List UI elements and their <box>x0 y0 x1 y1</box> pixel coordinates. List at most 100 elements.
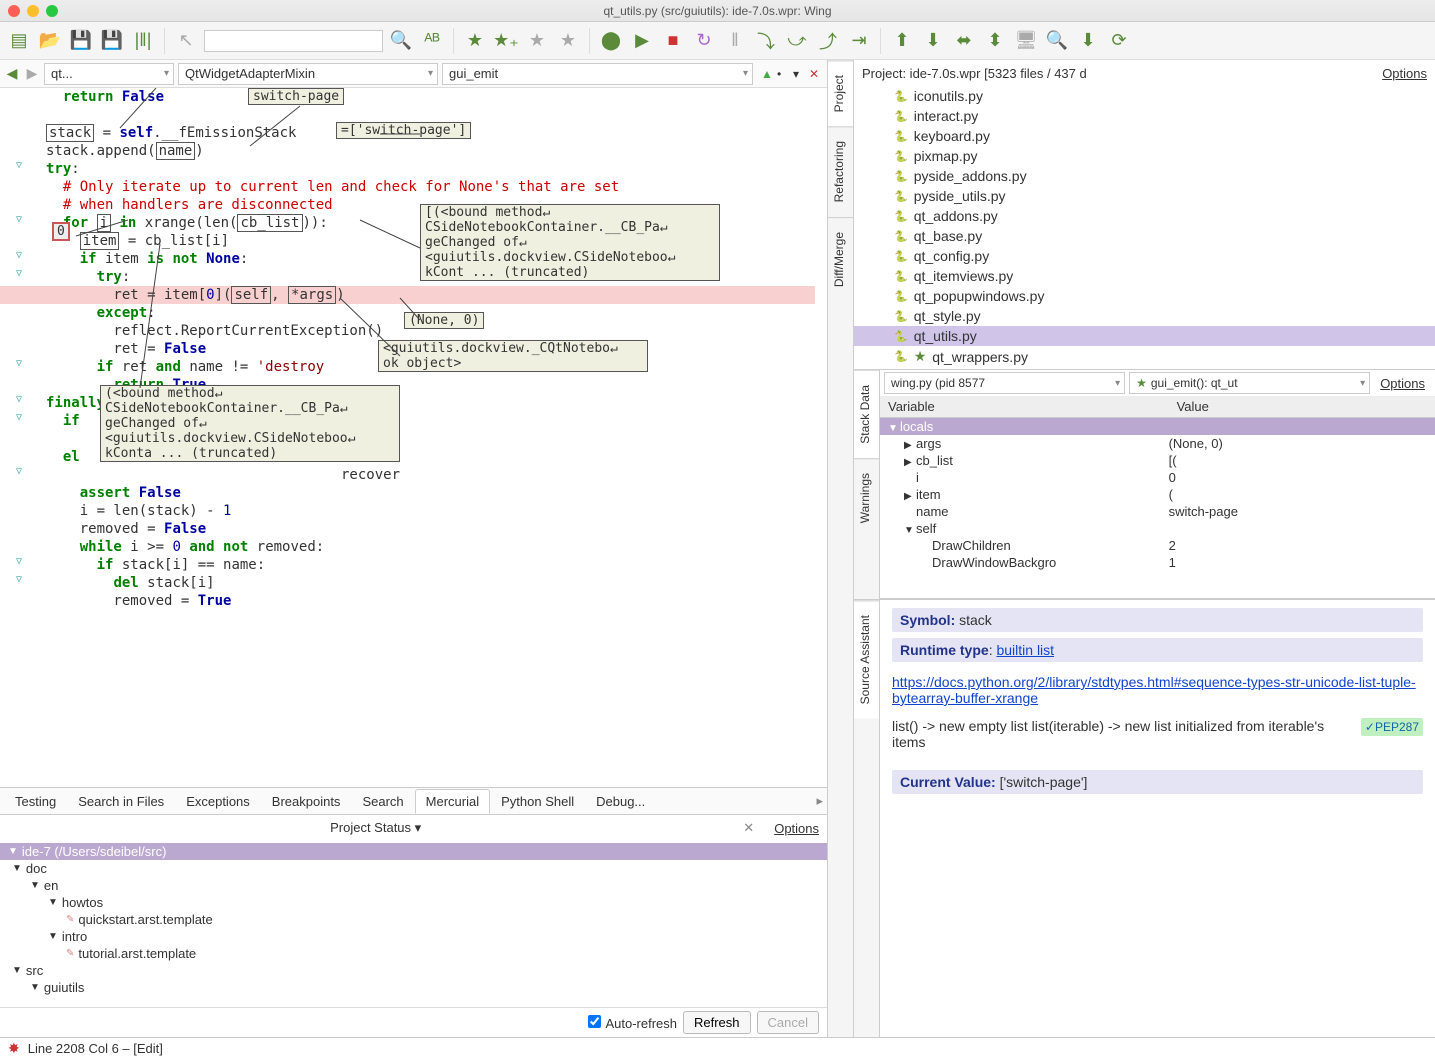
file-item[interactable]: 🐍qt_base.py <box>854 226 1435 246</box>
tree-item[interactable]: ▼en <box>0 877 827 894</box>
tab-source-assistant[interactable]: Source Assistant <box>854 600 879 718</box>
bottom-options-link[interactable]: Options <box>774 821 819 836</box>
pointer-icon[interactable]: ↖ <box>173 28 199 54</box>
spellcheck-icon[interactable]: ᴬᴮ <box>419 28 445 54</box>
search-icon[interactable]: 🔍 <box>388 28 414 54</box>
file-item[interactable]: 🐍qt_popupwindows.py <box>854 286 1435 306</box>
save-icon[interactable]: 💾 <box>68 28 94 54</box>
new-file-icon[interactable]: ▤ <box>6 28 32 54</box>
stack-options-link[interactable]: Options <box>1380 376 1425 391</box>
file-item[interactable]: 🐍qt_style.py <box>854 306 1435 326</box>
close-icon[interactable]: ✕ <box>809 67 823 81</box>
tab-diff-merge[interactable]: Diff/Merge <box>828 217 853 301</box>
auto-refresh-checkbox[interactable]: Auto-refresh <box>588 1015 677 1031</box>
tree-item[interactable]: ▼guiutils <box>0 979 827 996</box>
crumb-method[interactable]: gui_emit <box>442 63 753 85</box>
tab-refactoring[interactable]: Refactoring <box>828 126 853 216</box>
tab-stack-data[interactable]: Stack Data <box>854 370 879 458</box>
tree-item[interactable]: ▼intro <box>0 928 827 945</box>
tab-breakpoints[interactable]: Breakpoints <box>261 789 352 814</box>
tab-search-in-files[interactable]: Search in Files <box>67 789 175 814</box>
tab-search[interactable]: Search <box>351 789 414 814</box>
variable-row[interactable]: DrawWindowBackgro1 <box>880 554 1435 571</box>
tab-project[interactable]: Project <box>828 60 853 126</box>
file-item[interactable]: 🐍★ qt_wrappers.py <box>854 346 1435 367</box>
bookmark-next-icon[interactable]: ★ <box>555 28 581 54</box>
download-icon[interactable]: ⬇ <box>1075 28 1101 54</box>
save-all-icon[interactable]: 💾 <box>99 28 125 54</box>
pause-icon[interactable]: ‖ <box>722 28 748 54</box>
restart-icon[interactable]: ↻ <box>691 28 717 54</box>
tree-item[interactable]: ✎quickstart.arst.template <box>0 911 827 928</box>
variable-row[interactable]: ▶item( <box>880 486 1435 503</box>
file-item[interactable]: 🐍pyside_utils.py <box>854 186 1435 206</box>
stop-icon[interactable]: ■ <box>660 28 686 54</box>
frame-down-icon[interactable]: ⬇ <box>920 28 946 54</box>
open-file-icon[interactable]: 📂 <box>37 28 63 54</box>
frame-out-icon[interactable]: ⬌ <box>951 28 977 54</box>
record-icon[interactable]: ⬤ <box>598 28 624 54</box>
file-item[interactable]: 🐍pyside_addons.py <box>854 166 1435 186</box>
cancel-button[interactable]: Cancel <box>757 1011 819 1034</box>
tree-item[interactable]: ✎tutorial.arst.template <box>0 945 827 962</box>
step-into-icon[interactable]: ⤵ <box>753 28 779 54</box>
tab-warnings[interactable]: Warnings <box>854 458 879 537</box>
code-editor[interactable]: ▽ ▽ ▽ ▽ ▽ ▽ ▽ ▽ ▽ ▽ ▽ return False stack… <box>0 88 827 787</box>
variable-row[interactable]: nameswitch-page <box>880 503 1435 520</box>
variable-row[interactable]: ▶cb_list[( <box>880 452 1435 469</box>
caret-down-icon[interactable]: ▾ <box>793 67 807 81</box>
tree-item[interactable]: ▼howtos <box>0 894 827 911</box>
bookmark-icon[interactable]: ★ <box>462 28 488 54</box>
warning-icon[interactable]: ▲ <box>761 67 775 81</box>
continue-icon[interactable]: ⇥ <box>846 28 872 54</box>
tab-exceptions[interactable]: Exceptions <box>175 789 261 814</box>
play-icon[interactable]: ▶ <box>629 28 655 54</box>
step-over-icon[interactable]: ⤻ <box>784 28 810 54</box>
file-item[interactable]: 🐍iconutils.py <box>854 86 1435 106</box>
file-item[interactable]: 🐍keyboard.py <box>854 126 1435 146</box>
bug-icon[interactable]: ✸ <box>8 1040 20 1057</box>
close-panel-icon[interactable]: ✕ <box>743 820 754 836</box>
file-item[interactable]: 🐍qt_addons.py <box>854 206 1435 226</box>
project-file-list[interactable]: 🐍iconutils.py🐍interact.py🐍keyboard.py🐍pi… <box>854 86 1435 369</box>
file-item[interactable]: 🐍qt_itemviews.py <box>854 266 1435 286</box>
mercurial-tree[interactable]: ▼ide-7 (/Users/sdeibel/src) ▼doc▼en▼howt… <box>0 841 827 1007</box>
variable-row[interactable]: ▼locals <box>880 418 1435 435</box>
zoom-icon[interactable]: 🔍 <box>1044 28 1070 54</box>
tab-python-shell[interactable]: Python Shell <box>490 789 585 814</box>
crumb-file[interactable]: qt... <box>44 63 174 85</box>
variable-row[interactable]: DrawChildren2 <box>880 537 1435 554</box>
runtime-type-link[interactable]: builtin list <box>996 642 1054 658</box>
tab-debug-[interactable]: Debug... <box>585 789 656 814</box>
file-item[interactable]: 🐍pixmap.py <box>854 146 1435 166</box>
variable-row[interactable]: ▶args(None, 0) <box>880 435 1435 452</box>
step-out-icon[interactable]: ⤴ <box>815 28 841 54</box>
project-options-link[interactable]: Options <box>1382 66 1427 81</box>
variable-row[interactable]: i0 <box>880 469 1435 486</box>
file-item[interactable]: 🐍qt_utils.py <box>854 326 1435 346</box>
nav-fwd-icon[interactable]: ▶ <box>24 65 40 82</box>
dot-icon[interactable]: • <box>777 67 791 81</box>
variable-row[interactable]: ▼self <box>880 520 1435 537</box>
process-selector[interactable]: wing.py (pid 8577 <box>884 372 1125 394</box>
indent-icon[interactable]: |‖| <box>130 28 156 54</box>
sync-icon[interactable]: ⟳ <box>1106 28 1132 54</box>
project-status-dropdown[interactable]: Project Status ▾ <box>330 820 421 836</box>
monitor-icon[interactable]: 🖥 <box>1013 28 1039 54</box>
file-item[interactable]: 🐍qt_config.py <box>854 246 1435 266</box>
bookmark-prev-icon[interactable]: ★ <box>524 28 550 54</box>
nav-back-icon[interactable]: ◀ <box>4 65 20 82</box>
refresh-button[interactable]: Refresh <box>683 1011 751 1034</box>
tree-item[interactable]: ▼src <box>0 962 827 979</box>
frame-up-icon[interactable]: ⬆ <box>889 28 915 54</box>
tab-testing[interactable]: Testing <box>4 789 67 814</box>
doc-link[interactable]: https://docs.python.org/2/library/stdtyp… <box>892 674 1416 706</box>
variables-table[interactable]: VariableValue ▼locals▶args(None, 0)▶cb_l… <box>880 396 1435 598</box>
search-input[interactable] <box>204 30 383 52</box>
tab-mercurial[interactable]: Mercurial <box>415 789 490 814</box>
frame-in-icon[interactable]: ⬍ <box>982 28 1008 54</box>
crumb-class[interactable]: QtWidgetAdapterMixin <box>178 63 438 85</box>
file-item[interactable]: 🐍interact.py <box>854 106 1435 126</box>
bookmark-add-icon[interactable]: ★₊ <box>493 28 519 54</box>
tree-item[interactable]: ▼doc <box>0 860 827 877</box>
